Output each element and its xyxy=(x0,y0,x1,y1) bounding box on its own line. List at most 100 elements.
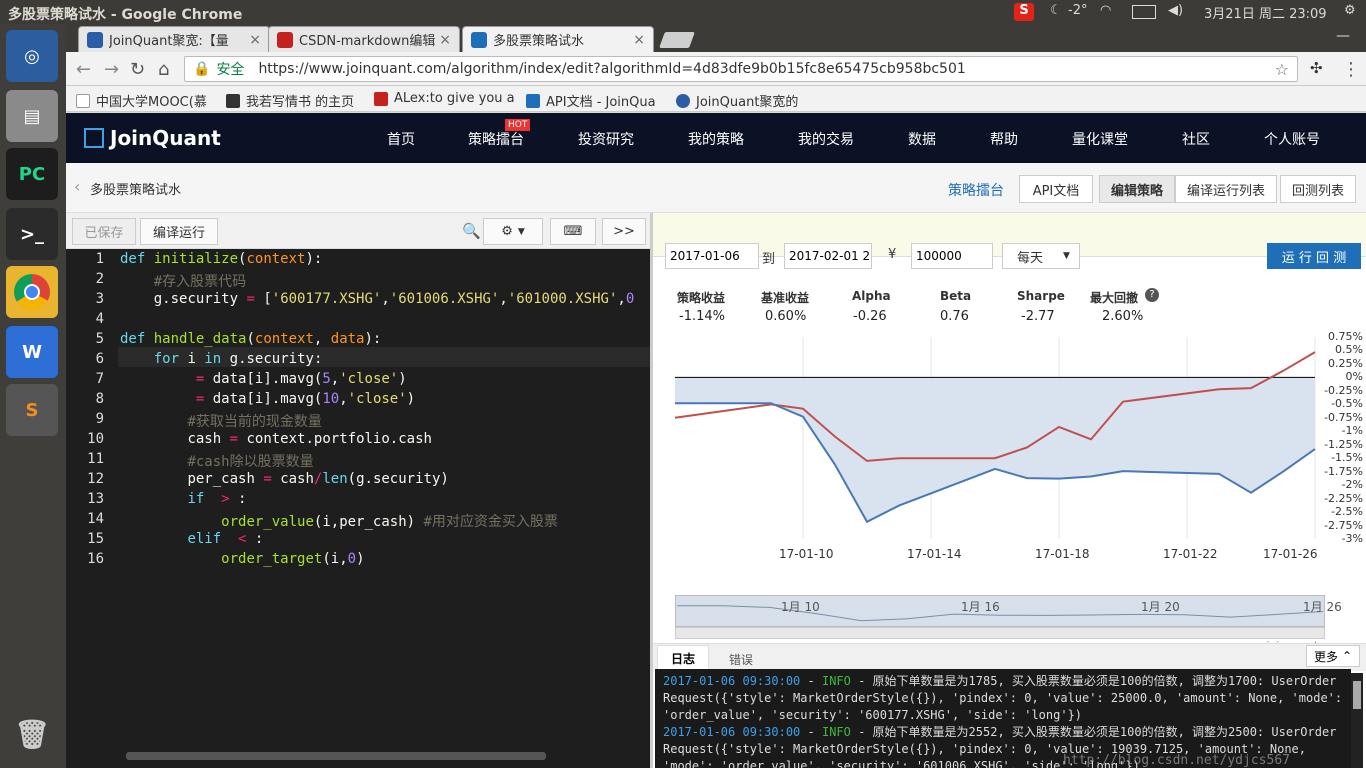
line-number: 15 xyxy=(87,531,104,547)
clock[interactable]: 3月21日 周二 23:09 xyxy=(1204,3,1327,22)
pycharm-icon[interactable]: PC xyxy=(6,148,58,200)
navigator-label: 1月 16 xyxy=(961,600,1000,614)
nav-my-trades[interactable]: 我的交易 xyxy=(798,129,854,149)
code-editor[interactable]: 1 def initialize(context): 2 #存入股票代码 3 g.se… xyxy=(66,249,650,768)
watermark: http://blog.csdn.net/ydjcs567 xyxy=(1063,753,1290,768)
line-number: 11 xyxy=(87,451,104,467)
y-tick-label: -2.5% xyxy=(1331,505,1363,519)
log-scrollbar[interactable] xyxy=(1351,673,1363,768)
tab-joinquant[interactable]: JoinQuant聚宽:【量 × xyxy=(78,26,270,52)
bookmark-item[interactable]: API文档 - JoinQua xyxy=(526,91,656,110)
line-number: 12 xyxy=(87,471,104,487)
navigator-scrollbar[interactable] xyxy=(675,627,1325,639)
reload-icon[interactable]: ↻ xyxy=(130,59,145,80)
joinquant-logo[interactable]: JoinQuant xyxy=(84,126,221,150)
new-tab-button[interactable] xyxy=(659,32,695,48)
y-tick-label: -1.5% xyxy=(1331,451,1363,465)
nav-help[interactable]: 帮助 xyxy=(990,129,1018,149)
nav-account[interactable]: 个人账号 xyxy=(1264,129,1320,149)
menu-icon[interactable]: ⋮ xyxy=(1342,59,1360,80)
stat-value: -1.14% xyxy=(679,309,725,324)
strategy-subbar: ‹ 多股票策略试水 策略擂台 API文档 编辑策略 编译运行列表 回测列表 xyxy=(66,163,1366,213)
bookmark-star-icon[interactable]: ☆ xyxy=(1275,60,1289,79)
code-line: for i in g.security: xyxy=(153,351,323,367)
extension-icon[interactable]: ✣ xyxy=(1310,59,1323,77)
api-docs-button[interactable]: API文档 xyxy=(1019,175,1093,203)
saved-button[interactable]: 已保存 xyxy=(72,218,136,245)
address-bar[interactable]: 🔒 安全 https://www.joinquant.com/algorithm… xyxy=(184,56,1298,82)
trash-icon[interactable]: 🗑 xyxy=(6,708,58,760)
weather-icon[interactable]: ☾ xyxy=(1050,3,1062,18)
caret-down-icon: ▼ xyxy=(517,226,525,237)
y-tick-label: 0% xyxy=(1345,370,1363,384)
compile-run-button[interactable]: 编译运行 xyxy=(140,218,218,245)
tab-errors[interactable]: 错误 xyxy=(729,651,753,668)
caret-down-icon: ▼ xyxy=(1063,251,1070,261)
code-line: #cash除以股票数量 xyxy=(187,454,314,470)
input-method-icon[interactable]: S xyxy=(1014,3,1034,21)
keyboard-button[interactable]: ⌨ xyxy=(550,218,596,245)
nav-classroom[interactable]: 量化课堂 xyxy=(1072,129,1128,149)
editor-horizontal-scrollbar[interactable] xyxy=(126,752,546,760)
terminal-icon[interactable]: >_ xyxy=(6,208,58,260)
expand-button[interactable]: >> xyxy=(602,218,646,245)
chart-favicon-icon xyxy=(471,31,487,48)
battery-icon[interactable] xyxy=(1132,5,1156,19)
help-icon[interactable]: ? xyxy=(1145,288,1159,302)
back-arrow-icon[interactable]: ‹ xyxy=(74,177,80,196)
minimize-icon[interactable]: — xyxy=(1336,28,1350,44)
edit-strategy-button[interactable]: 编辑策略 xyxy=(1099,175,1175,203)
tab-strip: JoinQuant聚宽:【量 × CSDN-markdown编辑 × 多股票策略试水… xyxy=(66,24,1366,52)
nav-data[interactable]: 数据 xyxy=(908,129,936,149)
frequency-select[interactable]: 每天 ▼ xyxy=(1002,243,1080,269)
bookmark-item[interactable]: ALex:to give you a xyxy=(374,91,515,106)
site-nav: JoinQuant HOT 首页 策略擂台 投资研究 我的策略 我的交易 数据 … xyxy=(66,113,1366,163)
keyboard-icon: ⌨ xyxy=(563,224,583,239)
ubuntu-icon[interactable]: ◎ xyxy=(6,30,58,82)
start-date-input[interactable] xyxy=(665,243,759,269)
benchmark-area xyxy=(675,377,1315,522)
gear-icon: ⚙ xyxy=(501,224,513,239)
nav-my-strategies[interactable]: 我的策略 xyxy=(688,129,744,149)
nav-research[interactable]: 投资研究 xyxy=(578,129,634,149)
end-date-input[interactable] xyxy=(784,243,872,269)
log-tabbar xyxy=(653,643,1366,671)
compile-run-list-button[interactable]: 编译运行列表 xyxy=(1175,175,1277,203)
home-icon[interactable]: ⌂ xyxy=(158,59,169,80)
more-button[interactable]: 更多 ⌃ xyxy=(1306,645,1360,667)
wps-icon[interactable]: W xyxy=(6,326,58,378)
search-icon[interactable]: 🔍 xyxy=(462,222,481,240)
bookmark-item[interactable]: 中国大学MOOC(慕 xyxy=(76,91,207,110)
x-tick-label: 17-01-14 xyxy=(907,547,962,561)
close-icon[interactable]: × xyxy=(439,32,451,48)
files-icon[interactable]: ▤ xyxy=(6,90,58,142)
capital-input[interactable] xyxy=(911,243,993,269)
code-line: = data[i].mavg(5,'close') xyxy=(195,371,407,387)
nav-community[interactable]: 社区 xyxy=(1182,129,1210,149)
sublime-icon[interactable]: S xyxy=(6,384,58,436)
chevron-up-icon: ⌃ xyxy=(1341,649,1353,663)
tab-csdn[interactable]: CSDN-markdown编辑 × xyxy=(268,26,460,52)
nav-home[interactable]: 首页 xyxy=(387,129,415,149)
code-line: #获取当前的现金数量 xyxy=(187,414,322,430)
y-tick-label: -2.75% xyxy=(1324,518,1363,532)
run-backtest-button[interactable]: 运 行 回 测 xyxy=(1267,243,1361,269)
chrome-icon[interactable] xyxy=(6,266,58,318)
volume-icon[interactable]: ◀) xyxy=(1168,3,1183,18)
settings-button[interactable]: ⚙ ▼ xyxy=(483,218,543,245)
forward-icon[interactable]: → xyxy=(104,59,119,80)
tab-strategy[interactable]: 多股票策略试水 × xyxy=(462,26,654,52)
arena-link[interactable]: 策略擂台 xyxy=(948,180,1004,200)
back-icon[interactable]: ← xyxy=(76,59,91,80)
bookmark-item[interactable]: 我若写情书 的主页 xyxy=(226,91,354,110)
to-label: 到 xyxy=(762,252,776,267)
backtest-list-button[interactable]: 回测列表 xyxy=(1280,175,1356,203)
bookmark-item[interactable]: JoinQuant聚宽的 xyxy=(676,91,798,110)
wifi-icon[interactable]: ◠ xyxy=(1100,3,1111,18)
close-icon[interactable]: × xyxy=(249,32,261,48)
tab-log[interactable]: 日志 xyxy=(657,645,709,671)
strategy-title: 多股票策略试水 xyxy=(90,183,182,198)
nav-arena[interactable]: 策略擂台 xyxy=(468,129,524,149)
close-icon[interactable]: × xyxy=(633,32,645,48)
system-menu-icon[interactable]: ⚙ xyxy=(1344,3,1356,18)
